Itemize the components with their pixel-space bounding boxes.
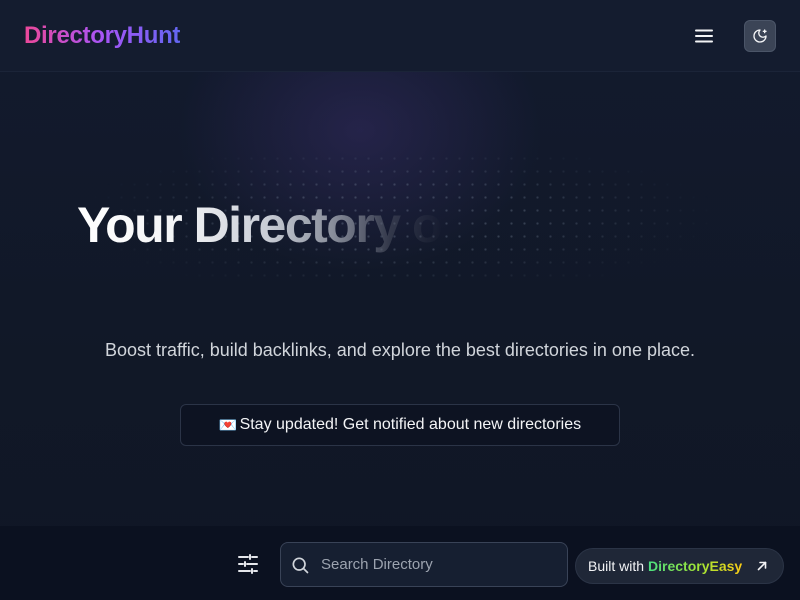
- site-header: DirectoryHunt: [0, 0, 800, 72]
- moon-icon: [753, 28, 767, 43]
- hero-title: Your Directory o: [77, 197, 443, 253]
- subscribe-button-label: Stay updated! Get notified about new dir…: [239, 416, 582, 433]
- hamburger-menu-icon: [695, 29, 713, 42]
- love-letter-icon: 💌: [218, 417, 238, 434]
- sliders-icon: [238, 554, 258, 574]
- subscribe-button[interactable]: 💌 Stay updated! Get notified about new d…: [180, 404, 620, 446]
- page: DirectoryHunt Your Directory o Boost tra…: [0, 0, 800, 600]
- theme-toggle-button[interactable]: [744, 19, 776, 52]
- search-icon: [289, 554, 311, 576]
- filter-button[interactable]: [234, 550, 262, 578]
- built-with-prefix: Built with: [588, 558, 645, 574]
- header-actions: [688, 19, 776, 52]
- search-box[interactable]: [280, 542, 568, 587]
- site-logo[interactable]: DirectoryHunt: [24, 22, 180, 50]
- arrow-up-right-icon: [756, 560, 768, 572]
- built-with-brand: DirectoryEasy: [648, 558, 743, 574]
- menu-button[interactable]: [688, 20, 720, 52]
- search-input[interactable]: [321, 556, 551, 573]
- hero-subtitle: Boost traffic, build backlinks, and expl…: [104, 340, 695, 360]
- built-with-badge[interactable]: Built with DirectoryEasy: [575, 548, 784, 584]
